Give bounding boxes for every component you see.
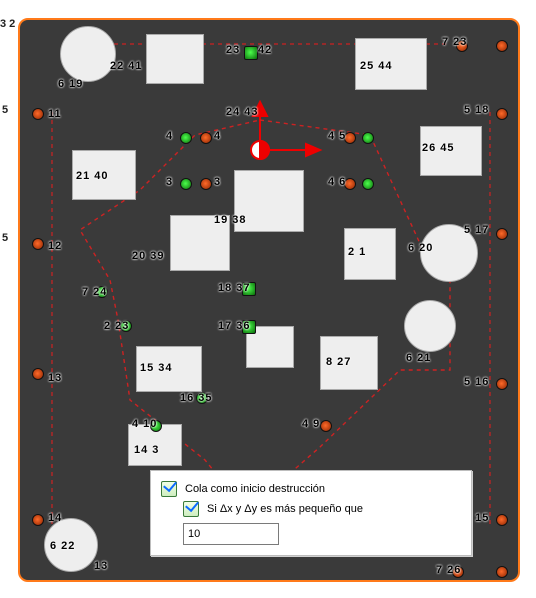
node-icon	[32, 108, 44, 120]
node-label: 42	[258, 44, 272, 56]
node-icon	[200, 178, 212, 190]
node-icon	[496, 378, 508, 390]
region-circle-bl	[44, 518, 98, 572]
axis-label: 3 2	[0, 18, 15, 30]
node-label: 23	[226, 44, 240, 56]
node-label: 5 16	[464, 376, 489, 388]
node-icon	[196, 392, 208, 404]
node-label: 4 9	[302, 418, 320, 430]
node-icon	[320, 420, 332, 432]
node-label: 24 43	[226, 106, 259, 118]
region	[136, 346, 202, 392]
node-icon	[180, 178, 192, 190]
axis-label: 5	[2, 232, 8, 244]
node-label: 13	[94, 560, 108, 572]
checkbox-icon[interactable]	[161, 481, 177, 497]
node-label: 4	[166, 130, 173, 142]
node-label: 5 18	[464, 104, 489, 116]
node-icon	[242, 320, 256, 334]
region-circle	[404, 300, 456, 352]
node-icon	[496, 108, 508, 120]
option-row-delta-smaller-than[interactable]: Si Δx y Δy es más pequeño que	[161, 501, 461, 517]
node-icon	[344, 132, 356, 144]
node-icon	[96, 286, 108, 298]
node-icon	[496, 40, 508, 52]
node-icon	[32, 368, 44, 380]
node-icon	[180, 132, 192, 144]
node-icon	[362, 132, 374, 144]
region-circle	[420, 224, 478, 282]
option-label: Cola como inicio destrucción	[185, 483, 325, 495]
node-icon	[456, 40, 468, 52]
node-icon	[32, 514, 44, 526]
delta-threshold-input[interactable]	[183, 523, 279, 545]
node-label: 6 21	[406, 352, 431, 364]
checkbox-icon[interactable]	[183, 501, 199, 517]
node-icon	[242, 282, 256, 296]
settings-panel: Cola como inicio destrucción Si Δx y Δy …	[150, 470, 472, 556]
node-label: 11	[48, 108, 62, 120]
canvas-stage[interactable]: 23 42 7 23 22 41 25 44 6 19 11 24 43 5 1…	[18, 18, 520, 582]
node-icon	[120, 320, 132, 332]
node-label: 3	[214, 176, 221, 188]
node-label: 3	[166, 176, 173, 188]
node-icon	[496, 228, 508, 240]
node-label: 13	[48, 372, 62, 384]
node-icon	[32, 238, 44, 250]
region-circle-tl	[60, 26, 116, 82]
node-icon	[200, 132, 212, 144]
region	[344, 228, 396, 280]
node-icon	[496, 514, 508, 526]
region	[420, 126, 482, 176]
viewport: 3 2 5 5	[0, 0, 536, 598]
region	[170, 215, 230, 271]
region	[320, 336, 378, 390]
region	[72, 150, 136, 200]
region	[234, 170, 304, 232]
node-label: 20 39	[132, 250, 165, 262]
node-label: 12	[48, 240, 62, 252]
node-icon	[452, 566, 464, 578]
region	[146, 34, 204, 84]
node-icon	[244, 46, 258, 60]
option-label: Si Δx y Δy es más pequeño que	[207, 503, 363, 515]
node-icon	[344, 178, 356, 190]
axis-label: 5	[2, 104, 8, 116]
node-icon	[150, 420, 162, 432]
option-row-micro-joint[interactable]: Cola como inicio destrucción	[161, 481, 461, 497]
node-label: 4	[214, 130, 221, 142]
delta-threshold-field	[183, 523, 461, 545]
node-icon	[496, 566, 508, 578]
region	[355, 38, 427, 90]
node-icon	[362, 178, 374, 190]
